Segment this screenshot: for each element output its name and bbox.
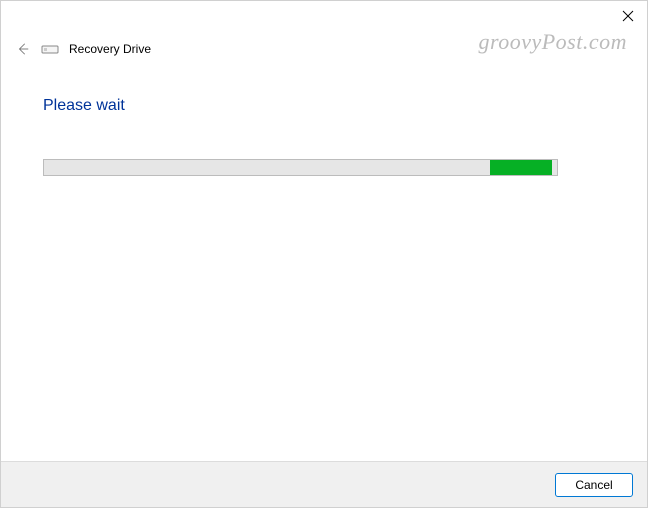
header-row: Recovery Drive bbox=[1, 33, 647, 61]
drive-icon bbox=[41, 43, 59, 55]
page-heading: Please wait bbox=[43, 97, 605, 115]
back-arrow-icon bbox=[16, 42, 30, 56]
progress-fill bbox=[490, 160, 552, 175]
dialog-footer: Cancel bbox=[1, 461, 647, 507]
titlebar bbox=[1, 1, 647, 33]
content-area: Please wait bbox=[1, 61, 647, 461]
app-title: Recovery Drive bbox=[69, 42, 151, 56]
cancel-button[interactable]: Cancel bbox=[555, 473, 633, 497]
close-icon bbox=[622, 10, 634, 22]
progress-bar bbox=[43, 159, 558, 176]
dialog-window: Recovery Drive groovyPost.com Please wai… bbox=[0, 0, 648, 508]
close-button[interactable] bbox=[621, 9, 635, 23]
back-button[interactable] bbox=[15, 41, 31, 57]
